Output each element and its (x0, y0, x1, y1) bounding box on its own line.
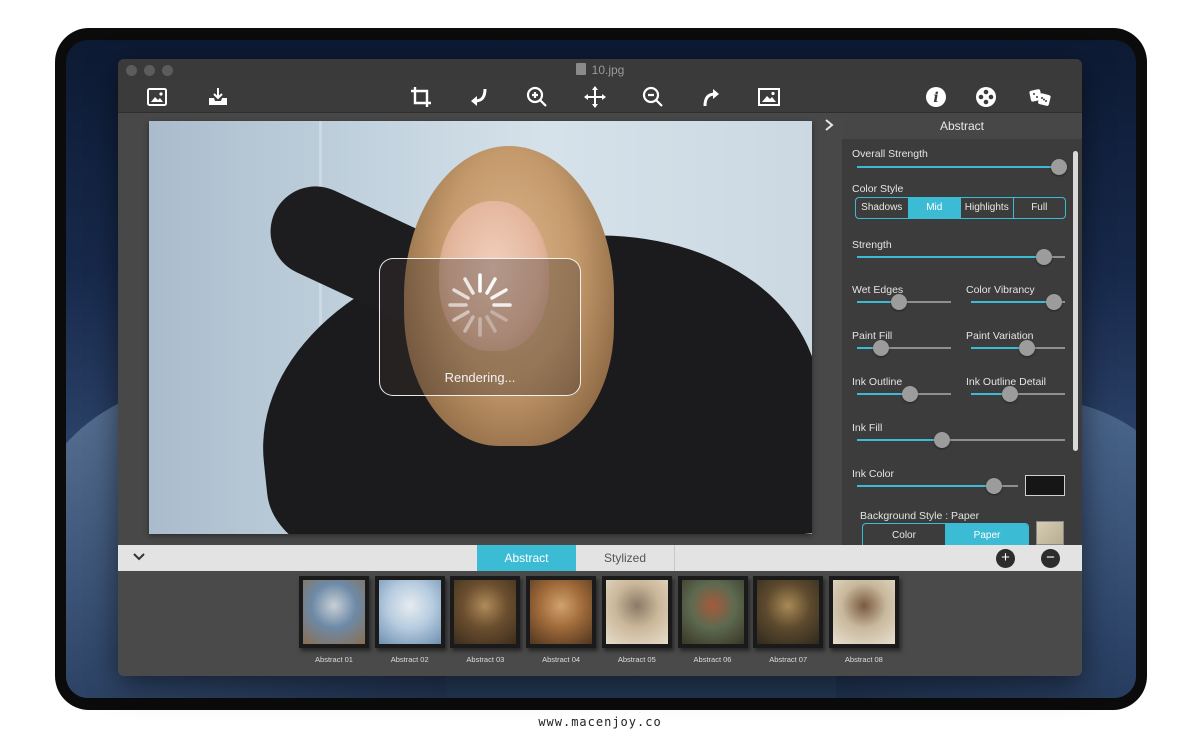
app-window: 10.jpg i Rendering... Abstract Overall S… (118, 59, 1082, 676)
remove-preset-button[interactable]: − (1041, 549, 1060, 568)
ink-color-swatch[interactable] (1025, 475, 1065, 496)
preset-thumbnail-image (605, 580, 668, 644)
preset-thumbnail[interactable] (526, 576, 597, 648)
preset-thumbnail-image (378, 580, 441, 644)
import-tray-icon[interactable] (204, 84, 232, 110)
color-style-mid[interactable]: Mid (908, 198, 961, 218)
window-title-text: 10.jpg (591, 63, 625, 77)
color-style-full[interactable]: Full (1014, 198, 1066, 218)
color-vibrancy-label: Color Vibrancy (966, 284, 1035, 296)
canvas-area: Rendering... (118, 113, 842, 545)
background-style-color[interactable]: Color (863, 524, 946, 547)
dice-icon[interactable] (1026, 84, 1054, 110)
footer-url: www.macenjoy.co (538, 715, 662, 729)
film-reel-icon[interactable] (972, 84, 1000, 110)
slider-knob[interactable] (873, 340, 890, 356)
window-title: 10.jpg (118, 63, 1082, 77)
svg-text:i: i (933, 90, 938, 106)
preset-thumbnail-label: Abstract 08 (844, 655, 883, 664)
color-style-shadows[interactable]: Shadows (856, 198, 909, 218)
rendering-label: Rendering... (444, 370, 516, 385)
document-icon (575, 63, 586, 75)
crop-icon[interactable] (407, 84, 435, 110)
preset-thumbnail[interactable] (299, 576, 369, 648)
loading-spinner-icon (448, 273, 512, 337)
color-style-segmented-control: Shadows Mid Highlights Full (855, 197, 1066, 219)
preset-thumbnail-label: Abstract 05 (617, 655, 656, 664)
ink-outline-label: Ink Outline (852, 376, 903, 388)
preset-thumbnail[interactable] (450, 576, 521, 648)
wet-edges-slider[interactable] (857, 294, 951, 310)
background-style-segmented-control: Color Paper (862, 523, 1029, 547)
ink-fill-slider[interactable] (857, 432, 1065, 448)
preset-thumbnail[interactable] (601, 576, 672, 648)
paper-texture-swatch[interactable] (1036, 521, 1064, 545)
background-style-paper[interactable]: Paper (946, 524, 1028, 547)
slider-knob[interactable] (1019, 340, 1036, 356)
preset-thumbnail-image (757, 580, 820, 644)
rendering-overlay: Rendering... (379, 258, 581, 396)
preset-thumbnail-strip: Abstract 01 Abstract 02 Abstract 03 Abstrac… (118, 571, 1082, 676)
preset-thumbnail-image (530, 580, 593, 644)
slider-knob[interactable] (934, 432, 951, 448)
tab-stylized[interactable]: Stylized (576, 545, 675, 571)
ink-outline-slider[interactable] (857, 386, 951, 402)
ink-fill-label: Ink Fill (852, 422, 883, 434)
slider-knob[interactable] (1002, 386, 1019, 402)
redo-arrow-icon[interactable] (697, 84, 725, 110)
chevron-down-icon[interactable] (132, 550, 146, 564)
photo-canvas[interactable]: Rendering... (149, 121, 812, 534)
preset-thumbnail-image (832, 580, 895, 644)
preset-thumbnail[interactable] (828, 576, 899, 648)
zoom-in-icon[interactable] (523, 84, 551, 110)
paint-fill-label: Paint Fill (852, 330, 893, 342)
zoom-out-icon[interactable] (639, 84, 667, 110)
color-style-highlights[interactable]: Highlights (961, 198, 1014, 218)
ink-color-label: Ink Color (852, 468, 895, 480)
tab-abstract[interactable]: Abstract (477, 545, 576, 571)
info-icon[interactable]: i (922, 84, 950, 110)
slider-knob[interactable] (1036, 249, 1053, 265)
style-tab-bar: Abstract Stylized + − (118, 545, 1082, 571)
preset-thumbnail-image (303, 580, 365, 644)
toolbar: i (118, 81, 1082, 113)
slider-knob[interactable] (1045, 294, 1062, 310)
ink-color-slider[interactable] (857, 478, 1018, 494)
panel-header: Abstract (842, 113, 1082, 139)
title-bar: 10.jpg (118, 59, 1082, 81)
panel-scrollbar[interactable] (1073, 151, 1078, 451)
chevron-right-icon[interactable] (822, 118, 836, 132)
undo-arrow-icon[interactable] (465, 84, 493, 110)
paint-fill-slider[interactable] (857, 340, 951, 356)
preset-thumbnail-label: Abstract 01 (315, 655, 353, 664)
picture-icon[interactable] (755, 84, 783, 110)
slider-knob[interactable] (1050, 159, 1067, 175)
slider-knob[interactable] (891, 294, 908, 310)
preset-thumbnail-image (681, 580, 744, 644)
strength-label: Strength (852, 239, 892, 251)
slider-knob[interactable] (985, 478, 1002, 494)
preset-thumbnail-label: Abstract 04 (542, 655, 581, 664)
image-icon[interactable] (143, 84, 171, 110)
background-style-label: Background Style : Paper (860, 510, 980, 522)
strength-slider[interactable] (857, 249, 1065, 265)
overall-strength-slider[interactable] (857, 159, 1067, 175)
preset-thumbnail-label: Abstract 02 (390, 655, 429, 664)
ink-outline-detail-slider[interactable] (971, 386, 1065, 402)
preset-thumbnail[interactable] (374, 576, 445, 648)
preset-thumbnail-label: Abstract 03 (466, 655, 505, 664)
add-preset-button[interactable]: + (996, 549, 1015, 568)
move-arrows-icon[interactable] (581, 84, 609, 110)
preset-thumbnail-label: Abstract 06 (693, 655, 732, 664)
paint-variation-slider[interactable] (971, 340, 1065, 356)
settings-panel: Abstract Overall Strength Color Style Sh… (842, 113, 1082, 547)
preset-thumbnail[interactable] (677, 576, 748, 648)
color-style-label: Color Style (852, 183, 904, 195)
preset-thumbnail-image (454, 580, 517, 644)
color-vibrancy-slider[interactable] (971, 294, 1065, 310)
preset-thumbnail-label: Abstract 07 (769, 655, 808, 664)
overall-strength-label: Overall Strength (852, 148, 928, 160)
preset-thumbnail[interactable] (753, 576, 824, 648)
slider-knob[interactable] (901, 386, 918, 402)
